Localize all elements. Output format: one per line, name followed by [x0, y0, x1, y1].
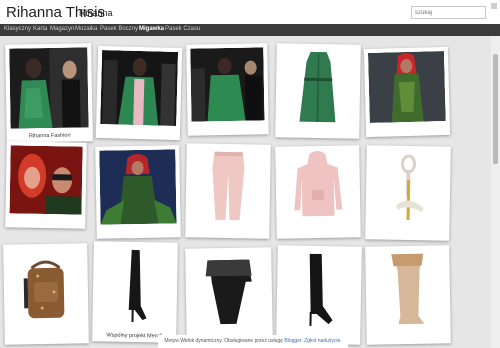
view-switcher-nav: Klasyczny Karta Magazyn Mozaika Pasek Bo… — [0, 24, 500, 36]
post-photo — [189, 251, 269, 331]
footer-text: Motyw Widok dynamiczny. Obsługiwane prze… — [164, 338, 283, 344]
blog-description: Rihanna — [79, 8, 113, 18]
nav-item-migawka[interactable]: Migawka — [139, 26, 164, 32]
post-photo — [279, 47, 357, 125]
post-card[interactable] — [276, 245, 362, 345]
post-caption: Rihanna Fashion — [28, 132, 71, 140]
post-card[interactable] — [365, 245, 451, 345]
search-input[interactable] — [411, 6, 486, 19]
post-card[interactable] — [95, 145, 181, 239]
page-footer: Motyw Widok dynamiczny. Obsługiwane prze… — [158, 335, 348, 348]
post-photo — [189, 147, 267, 225]
post-card[interactable] — [365, 145, 451, 241]
post-card[interactable] — [275, 145, 361, 239]
post-card[interactable] — [185, 143, 271, 239]
post-card[interactable] — [363, 46, 451, 138]
post-card[interactable] — [186, 43, 269, 136]
post-card[interactable] — [185, 247, 273, 345]
post-photo — [100, 50, 179, 126]
post-photo — [9, 145, 83, 215]
nav-item-mozaika[interactable]: Mozaika — [75, 26, 97, 32]
scrollbar-thumb[interactable] — [493, 54, 498, 164]
post-photo — [7, 247, 85, 331]
post-card[interactable] — [3, 243, 89, 345]
post-photo — [99, 149, 177, 225]
nav-item-pasek-boczny[interactable]: Pasek Boczny — [100, 26, 138, 32]
post-card[interactable] — [275, 43, 361, 139]
post-card[interactable] — [5, 141, 87, 229]
post-photo — [369, 149, 447, 227]
post-photo — [190, 47, 265, 122]
post-photo — [279, 149, 357, 225]
post-photo — [280, 249, 358, 331]
footer-report-abuse-link[interactable]: Zgłoś nadużycie — [304, 338, 340, 344]
post-photo — [9, 47, 89, 129]
post-card[interactable] — [95, 45, 183, 141]
page-scrollbar[interactable] — [491, 36, 500, 348]
nav-item-pasek-czasu[interactable]: Pasek Czasu — [165, 26, 200, 32]
post-card[interactable]: Rihanna Fashion — [5, 43, 93, 143]
snapshot-grid: Rihanna Fashion Wspólny projekt Mendi — [0, 36, 500, 348]
post-photo — [367, 51, 446, 123]
window-corner-icon — [491, 3, 497, 9]
post-card[interactable]: Wspólny projekt Mendi — [92, 241, 178, 343]
nav-item-magazyn[interactable]: Magazyn — [50, 26, 74, 32]
post-photo — [96, 245, 174, 329]
nav-item-klasyczny[interactable]: Klasyczny — [4, 26, 31, 32]
nav-item-karta[interactable]: Karta — [33, 26, 47, 32]
footer-blogger-link[interactable]: Blogger — [284, 338, 301, 344]
blog-header: Rihanna Thisis Rihanna — [0, 0, 500, 24]
post-photo — [369, 249, 447, 331]
